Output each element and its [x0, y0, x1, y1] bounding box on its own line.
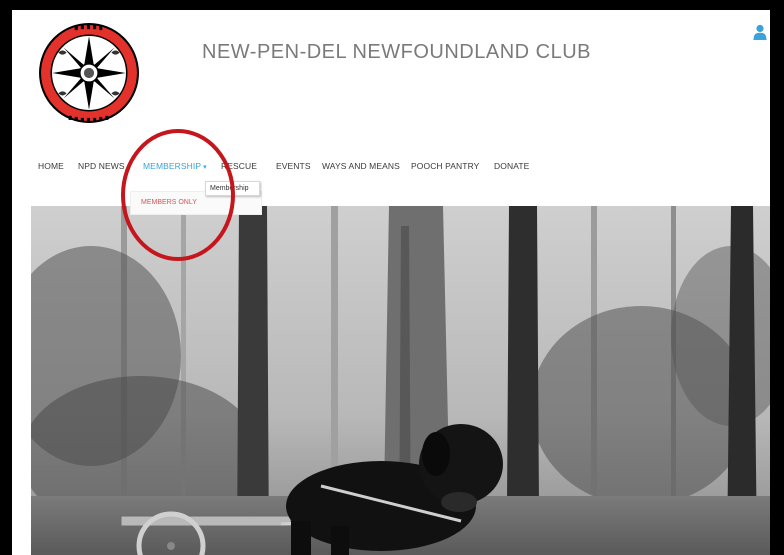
nav-item-npd-news[interactable]: NPD NEWS [78, 161, 125, 171]
site-title: NEW-PEN-DEL NEWFOUNDLAND CLUB [202, 41, 591, 63]
nav-item-donate[interactable]: DONATE [494, 161, 529, 171]
annotation-circle [121, 129, 235, 261]
browser-viewport: NEW-PEN-DEL NEWFOUNDLAND CLUB HOME NPD N… [12, 10, 770, 555]
nav-item-events[interactable]: EVENTS [276, 161, 311, 171]
user-icon[interactable] [753, 24, 767, 40]
nav-item-home[interactable]: HOME [38, 161, 64, 171]
club-logo-icon[interactable] [38, 22, 140, 124]
nav-item-pooch-pantry[interactable]: POOCH PANTRY [411, 161, 479, 171]
nav-item-ways-and-means[interactable]: WAYS AND MEANS [322, 161, 400, 171]
